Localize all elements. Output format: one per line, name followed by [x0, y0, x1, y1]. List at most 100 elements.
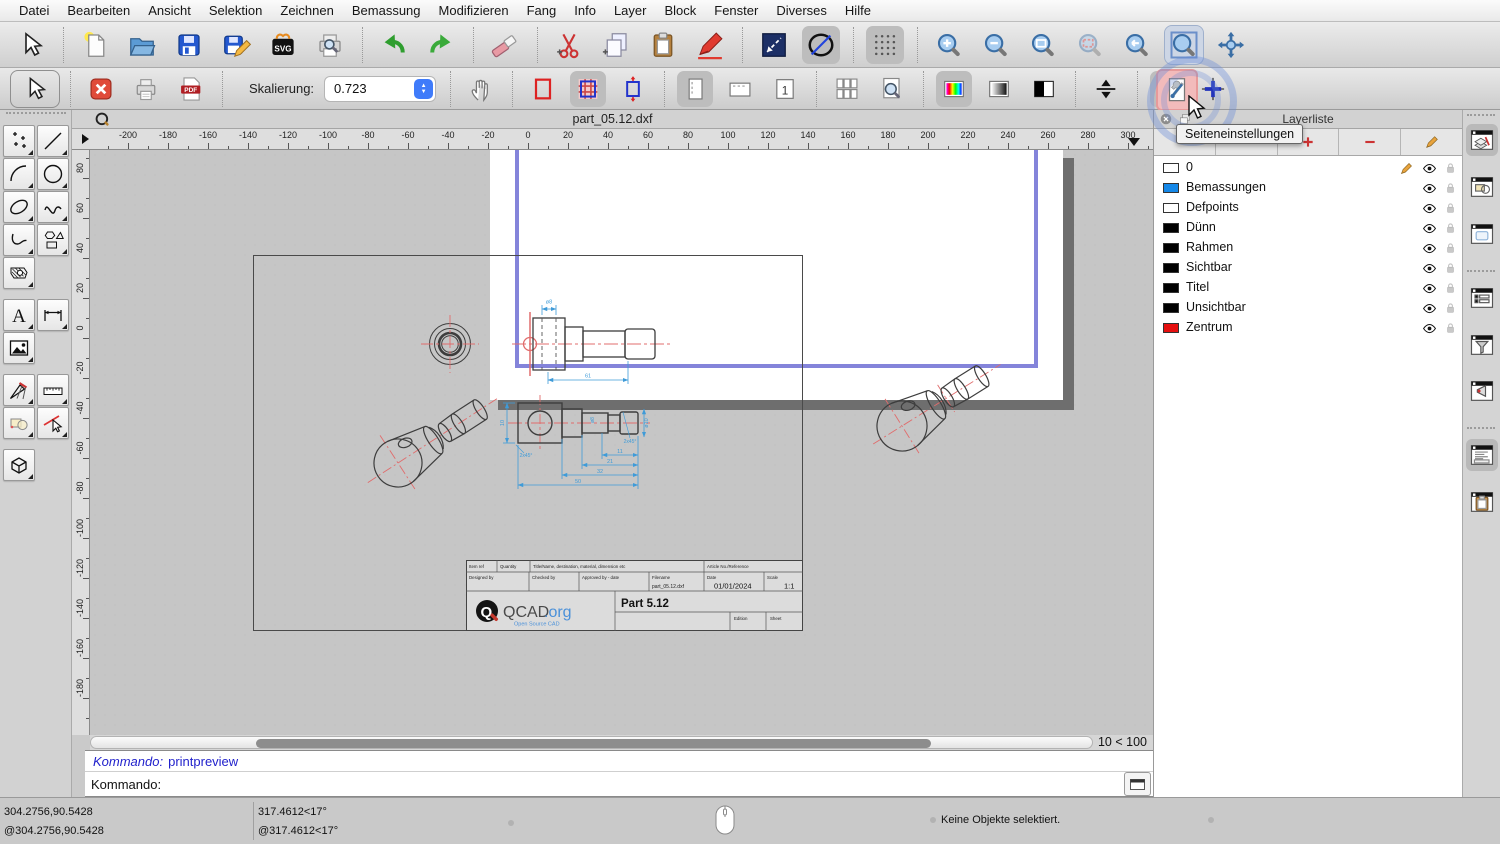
- open-document-button[interactable]: [123, 26, 161, 64]
- layer-lock-icon[interactable]: [1444, 221, 1457, 235]
- layer-edit-icon[interactable]: [1399, 161, 1414, 176]
- view-list-panel-button[interactable]: [1466, 218, 1498, 250]
- layer-color-swatch[interactable]: [1163, 243, 1179, 253]
- selection-pointer-button[interactable]: [12, 26, 50, 64]
- zoom-window-button[interactable]: [1165, 26, 1203, 64]
- circle-tools-button[interactable]: [37, 158, 69, 190]
- menu-block[interactable]: Block: [655, 3, 705, 18]
- menu-fenster[interactable]: Fenster: [705, 3, 767, 18]
- black-white-mode-button[interactable]: [1026, 71, 1062, 107]
- layer-row-sichtbar[interactable]: Sichtbar: [1154, 258, 1462, 278]
- layer-row-dünn[interactable]: Dünn: [1154, 218, 1462, 238]
- show-page-tiling-button[interactable]: [570, 71, 606, 107]
- layer-lock-icon[interactable]: [1444, 301, 1457, 315]
- multiple-pages-mode-button[interactable]: [829, 71, 865, 107]
- pan-view-button[interactable]: [1212, 26, 1250, 64]
- layer-visibility-icon[interactable]: [1422, 321, 1437, 336]
- show-crop-marks-button[interactable]: [1195, 71, 1231, 107]
- selection-tools-button[interactable]: [37, 407, 69, 439]
- command-input[interactable]: [169, 773, 1124, 795]
- scaling-combobox[interactable]: 0.723▲▼: [324, 76, 436, 102]
- layer-color-swatch[interactable]: [1163, 163, 1179, 173]
- property-editor-panel-button[interactable]: [1466, 282, 1498, 314]
- layer-color-swatch[interactable]: [1163, 203, 1179, 213]
- menu-bearbeiten[interactable]: Bearbeiten: [58, 3, 139, 18]
- layer-lock-icon[interactable]: [1444, 201, 1457, 215]
- misc-3d-tools-button[interactable]: [3, 449, 35, 481]
- menu-ansicht[interactable]: Ansicht: [139, 3, 200, 18]
- shape-tools-button[interactable]: [37, 224, 69, 256]
- copy-button[interactable]: [597, 26, 635, 64]
- line-tool-button[interactable]: [755, 26, 793, 64]
- selection-pointer-outline-button[interactable]: [10, 70, 60, 108]
- landscape-orientation-button[interactable]: [722, 71, 758, 107]
- layer-lock-icon[interactable]: [1444, 281, 1457, 295]
- ellipse-tool-button[interactable]: [802, 26, 840, 64]
- line-tools-button[interactable]: [37, 125, 69, 157]
- stepper-icon[interactable]: ▲▼: [414, 79, 433, 99]
- layer-visibility-icon[interactable]: [1422, 201, 1437, 216]
- filter-panel-button[interactable]: [1466, 329, 1498, 361]
- menu-selektion[interactable]: Selektion: [200, 3, 271, 18]
- layer-row-rahmen[interactable]: Rahmen: [1154, 238, 1462, 258]
- point-tools-button[interactable]: [3, 125, 35, 157]
- layer-visibility-icon[interactable]: [1422, 221, 1437, 236]
- close-print-preview-button[interactable]: [83, 71, 119, 107]
- scrollbar-track[interactable]: [90, 736, 1093, 749]
- redo-button[interactable]: [422, 26, 460, 64]
- measure-tools-button[interactable]: [37, 374, 69, 406]
- block-list-panel-button[interactable]: [1466, 171, 1498, 203]
- layer-row-titel[interactable]: Titel: [1154, 278, 1462, 298]
- scrollbar-thumb[interactable]: [256, 739, 931, 748]
- undo-button[interactable]: [375, 26, 413, 64]
- edit-layer-button[interactable]: [1401, 129, 1462, 155]
- horizontal-scrollbar[interactable]: 10 < 100: [90, 735, 1153, 750]
- menu-hilfe[interactable]: Hilfe: [836, 3, 880, 18]
- single-page-mode-button[interactable]: 1: [767, 71, 803, 107]
- layer-lock-icon[interactable]: [1444, 261, 1457, 275]
- layer-lock-icon[interactable]: [1444, 161, 1457, 175]
- menu-bemassung[interactable]: Bemassung: [343, 3, 430, 18]
- menu-info[interactable]: Info: [565, 3, 605, 18]
- cut-button[interactable]: [550, 26, 588, 64]
- previous-view-button[interactable]: [1118, 26, 1156, 64]
- layer-color-swatch[interactable]: [1163, 283, 1179, 293]
- new-document-button[interactable]: [76, 26, 114, 64]
- layer-lock-icon[interactable]: [1444, 321, 1457, 335]
- page-settings-button[interactable]: [1158, 71, 1196, 109]
- clipboard-panel-button[interactable]: [1466, 486, 1498, 518]
- command-line-panel-button[interactable]: [1466, 439, 1498, 471]
- selection-filter-panel-button[interactable]: [1466, 375, 1498, 407]
- auto-zoom-button[interactable]: [1024, 26, 1062, 64]
- dimension-tools-button[interactable]: [37, 299, 69, 331]
- menu-datei[interactable]: Datei: [10, 3, 58, 18]
- drawing-canvas[interactable]: Item ref Quantity Title/Name, destinatio…: [90, 150, 1153, 735]
- layer-visibility-icon[interactable]: [1422, 241, 1437, 256]
- show-paper-borders-button[interactable]: [525, 71, 561, 107]
- layer-visibility-icon[interactable]: [1422, 261, 1437, 276]
- layer-row-unsichtbar[interactable]: Unsichtbar: [1154, 298, 1462, 318]
- layer-color-swatch[interactable]: [1163, 303, 1179, 313]
- hatch-tools-button[interactable]: [3, 257, 35, 289]
- eraser-button[interactable]: [486, 26, 524, 64]
- modify-tools-button[interactable]: [3, 374, 35, 406]
- layer-color-swatch[interactable]: [1163, 263, 1179, 273]
- block-tools-button[interactable]: [3, 407, 35, 439]
- save-document-button[interactable]: [170, 26, 208, 64]
- layer-visibility-icon[interactable]: [1422, 161, 1437, 176]
- remove-layer-button[interactable]: [1339, 129, 1401, 155]
- print-button[interactable]: [128, 71, 164, 107]
- grid-toggle-button[interactable]: [866, 26, 904, 64]
- layer-list-panel-button[interactable]: [1466, 124, 1498, 156]
- layer-row-bemassungen[interactable]: Bemassungen: [1154, 178, 1462, 198]
- layer-color-swatch[interactable]: [1163, 323, 1179, 333]
- document-tab-bar[interactable]: part_05.12.dxf: [72, 110, 1153, 129]
- ellipse-tools-button[interactable]: [3, 191, 35, 223]
- layer-lock-icon[interactable]: [1444, 241, 1457, 255]
- hairline-mode-button[interactable]: [1088, 71, 1124, 107]
- menu-modifizieren[interactable]: Modifizieren: [430, 3, 518, 18]
- zoom-in-button[interactable]: [930, 26, 968, 64]
- full-color-mode-button[interactable]: [936, 71, 972, 107]
- menu-diverses[interactable]: Diverses: [767, 3, 836, 18]
- layer-row-defpoints[interactable]: Defpoints: [1154, 198, 1462, 218]
